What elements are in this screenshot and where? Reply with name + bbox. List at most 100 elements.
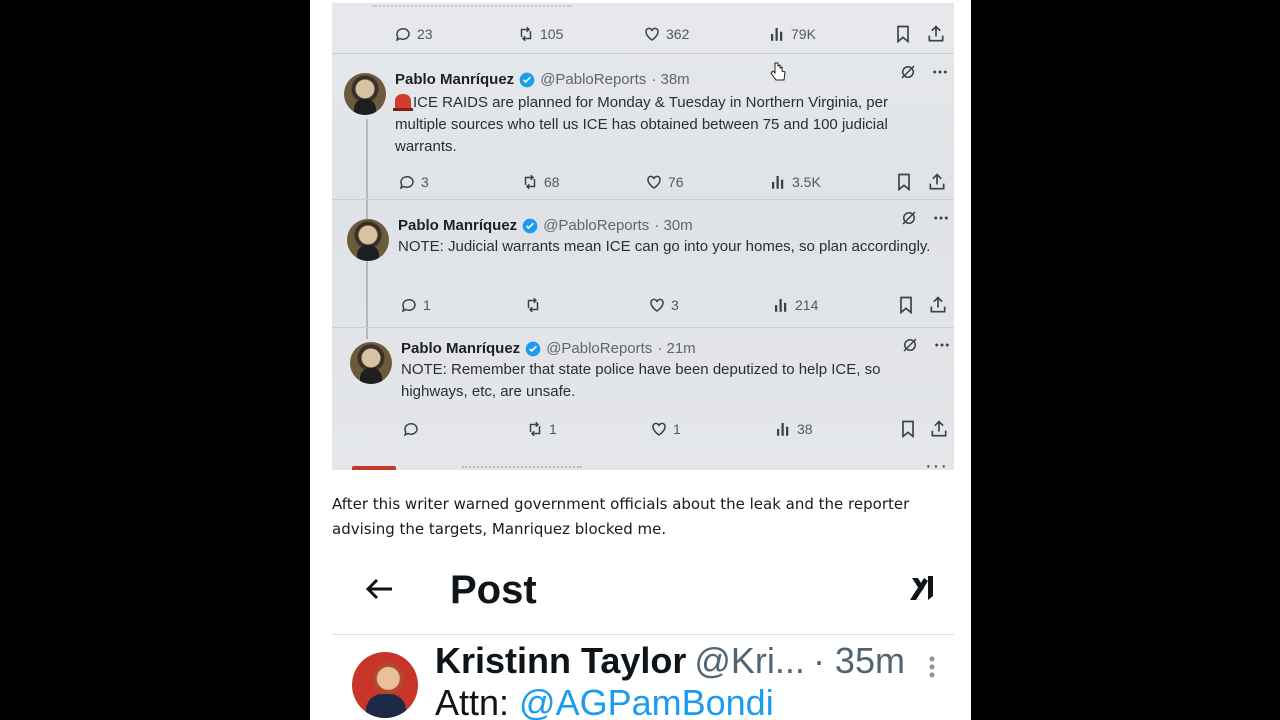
author-name[interactable]: Pablo Manríquez [395,71,514,88]
post-author-header: Kristinn Taylor @Kri... · 35m [435,640,905,682]
reply-count[interactable] [402,417,425,441]
repost-icon [529,421,541,437]
more-options-icon[interactable] [922,654,942,680]
views-icon [772,176,784,189]
reply-icon [401,298,416,313]
grok-icon[interactable] [901,336,919,354]
avatar[interactable] [352,652,418,718]
verified-badge-icon [519,72,535,87]
heart-icon [650,298,664,312]
tweet-actions: 1 1 38 [332,417,954,441]
previous-tweet-actions: 23 105 362 79K [332,22,954,46]
author-handle[interactable]: @Kri... [694,640,805,682]
view-count[interactable]: 38 [774,417,813,441]
tweet-time: · 38m [651,71,690,88]
views-icon [777,423,789,436]
bookmark-button[interactable] [894,170,914,194]
repost-count[interactable]: 1 [526,417,557,441]
bookmark-button[interactable] [896,293,916,317]
verified-badge-icon [525,341,541,356]
reply-icon [395,27,410,42]
view-count[interactable]: 214 [772,293,818,317]
previous-tweet-fragment [372,3,572,7]
divider [332,53,954,54]
share-icon [931,420,947,437]
repost-icon [524,174,536,190]
author-handle[interactable]: @PabloReports [540,71,646,88]
share-button[interactable] [927,170,947,194]
tweet-tools [900,209,950,227]
tweet-text: NOTE: Remember that state police have be… [401,361,881,400]
repost-icon [520,26,532,42]
next-tweet-avatar-fragment [352,466,396,470]
reply-icon [403,422,418,437]
reply-count[interactable]: 23 [394,22,433,46]
share-button[interactable] [929,417,949,441]
tweet-actions: 1 3 214 [332,293,954,317]
bookmark-icon [898,173,910,192]
repost-count[interactable] [524,293,547,317]
like-count[interactable]: 362 [643,22,689,46]
views-icon [771,28,783,41]
like-count[interactable]: 3 [648,293,679,317]
mention-link[interactable]: @AGPamBondi [519,682,774,720]
post-text: Attn: @AGPamBondi [435,682,774,720]
reply-count[interactable]: 1 [400,293,431,317]
verified-badge-icon [522,218,538,233]
tweet-actions: 3 68 76 3.5K [332,170,954,194]
divider [332,199,954,200]
heart-icon [647,175,661,189]
more-options-icon[interactable] [933,336,951,354]
avatar[interactable] [344,73,386,115]
reply-count[interactable]: 3 [398,170,429,194]
like-count[interactable]: 76 [645,170,684,194]
tweet-header: Pablo Manríquez @PabloReports · 21m [401,340,696,357]
tweet-tools [901,336,951,354]
share-icon [930,296,946,313]
share-button[interactable] [928,293,948,317]
page-title: Post [450,568,537,612]
post-time: · 35m [812,640,905,681]
next-tweet-header-fragment [462,466,582,470]
more-options-icon[interactable] [931,63,949,81]
avatar[interactable] [347,219,389,261]
more-options-icon[interactable] [932,209,950,227]
avatar[interactable] [350,342,392,384]
tweet-header: Pablo Manríquez @PabloReports · 30m [398,217,693,234]
bookmark-icon [902,420,914,439]
back-arrow-icon[interactable] [362,572,396,606]
share-icon [928,25,944,42]
reply-icon [399,175,414,190]
tweet-thread-photo: 23 105 362 79K Pablo Manríquez @PabloRep… [332,3,954,470]
divider [332,327,954,328]
author-handle[interactable]: @PabloReports [546,340,652,357]
siren-emoji-icon [393,94,413,111]
grok-icon[interactable] [906,570,942,606]
author-name[interactable]: Kristinn Taylor [435,640,686,682]
repost-count[interactable]: 105 [517,22,563,46]
article-page: 23 105 362 79K Pablo Manríquez @PabloRep… [310,0,971,720]
author-handle[interactable]: @PabloReports [543,217,649,234]
author-name[interactable]: Pablo Manríquez [398,217,517,234]
tweet-time: · 21m [657,340,696,357]
article-paragraph: After this writer warned government offi… [332,495,910,538]
heart-icon [645,27,659,41]
grok-icon[interactable] [900,209,918,227]
share-button[interactable] [926,22,946,46]
view-count[interactable]: 3.5K [769,170,821,194]
more-options-icon: ··· [925,455,948,470]
bookmark-button[interactable] [893,22,913,46]
author-name[interactable]: Pablo Manríquez [401,340,520,357]
tweet-header: Pablo Manríquez @PabloReports · 38m [395,71,690,88]
bookmark-button[interactable] [898,417,918,441]
grok-icon[interactable] [899,63,917,81]
like-count[interactable]: 1 [650,417,681,441]
repost-count[interactable]: 68 [521,170,560,194]
view-count[interactable]: 79K [768,22,816,46]
tweet-text: ICE RAIDS are planned for Monday & Tuesd… [393,94,888,155]
tweet-text: NOTE: Judicial warrants mean ICE can go … [398,238,931,255]
views-icon [775,299,787,312]
tweet-tools [899,63,949,81]
tweet-time: · 30m [654,217,693,234]
repost-icon [527,297,539,313]
